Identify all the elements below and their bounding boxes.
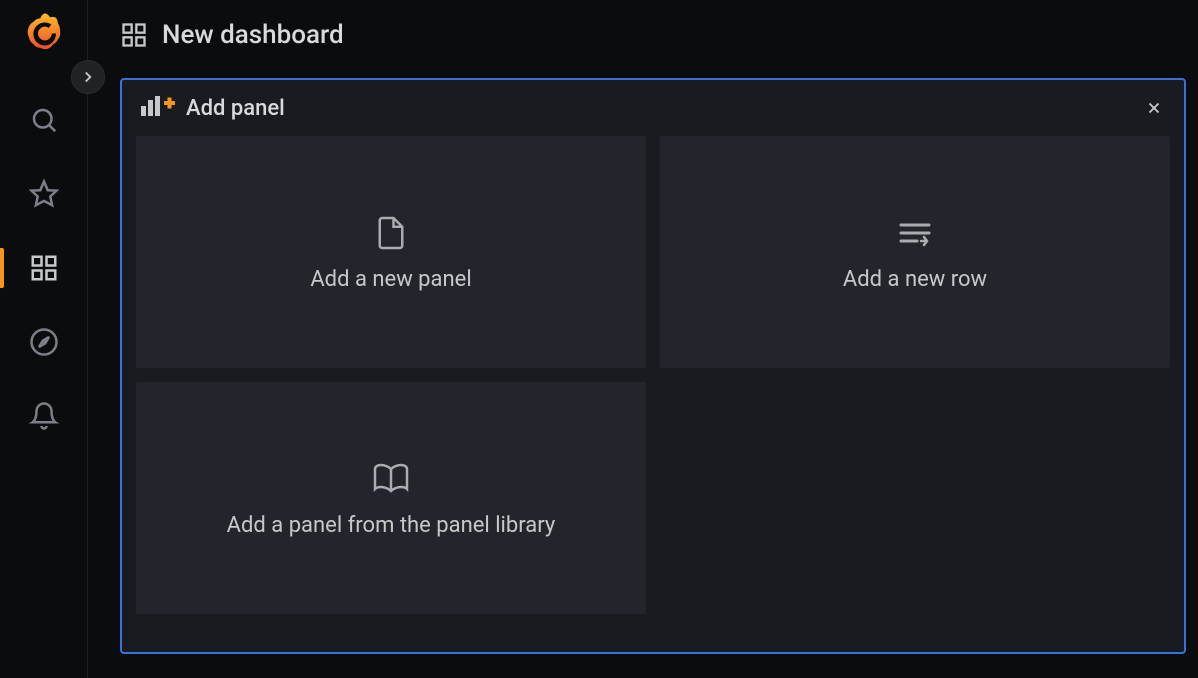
grafana-icon [21, 11, 67, 57]
panel-header-title-group: Add panel [140, 94, 285, 122]
sidebar-item-search[interactable] [22, 98, 66, 142]
option-label: Add a new row [843, 267, 987, 292]
star-icon [29, 179, 59, 209]
add-new-row-option[interactable]: Add a new row [660, 136, 1170, 368]
book-icon [371, 459, 411, 499]
add-panel-library-option[interactable]: Add a panel from the panel library [136, 382, 646, 614]
page-header: New dashboard [88, 0, 1198, 70]
grafana-logo[interactable] [20, 10, 68, 58]
option-label: Add a new panel [310, 267, 471, 292]
page-title: New dashboard [162, 20, 344, 50]
content-area: Add panel [88, 70, 1198, 678]
add-panel-card: Add panel [120, 78, 1186, 654]
search-icon [29, 105, 59, 135]
compass-icon [29, 327, 59, 357]
sidebar-item-alerts[interactable] [22, 394, 66, 438]
sidebar-item-explore[interactable] [22, 320, 66, 364]
add-new-panel-option[interactable]: Add a new panel [136, 136, 646, 368]
sidebar [0, 0, 88, 678]
close-icon [1145, 99, 1163, 117]
sidebar-item-favorites[interactable] [22, 172, 66, 216]
bell-icon [29, 401, 59, 431]
panel-header: Add panel [122, 80, 1184, 136]
main-content: New dashboard Add panel [88, 0, 1198, 678]
grid-icon [29, 253, 59, 283]
chevron-right-icon [79, 68, 97, 86]
panel-options-grid: Add a new panel Add a new row [122, 136, 1184, 628]
panel-title: Add panel [186, 96, 285, 121]
close-button[interactable] [1142, 96, 1166, 120]
option-label: Add a panel from the panel library [227, 513, 556, 538]
sidebar-item-dashboards[interactable] [22, 246, 66, 290]
dashboard-icon [120, 21, 148, 49]
rows-icon [895, 213, 935, 253]
file-icon [371, 213, 411, 253]
bar-chart-plus-icon [140, 94, 176, 122]
expand-sidebar-button[interactable] [71, 60, 105, 94]
